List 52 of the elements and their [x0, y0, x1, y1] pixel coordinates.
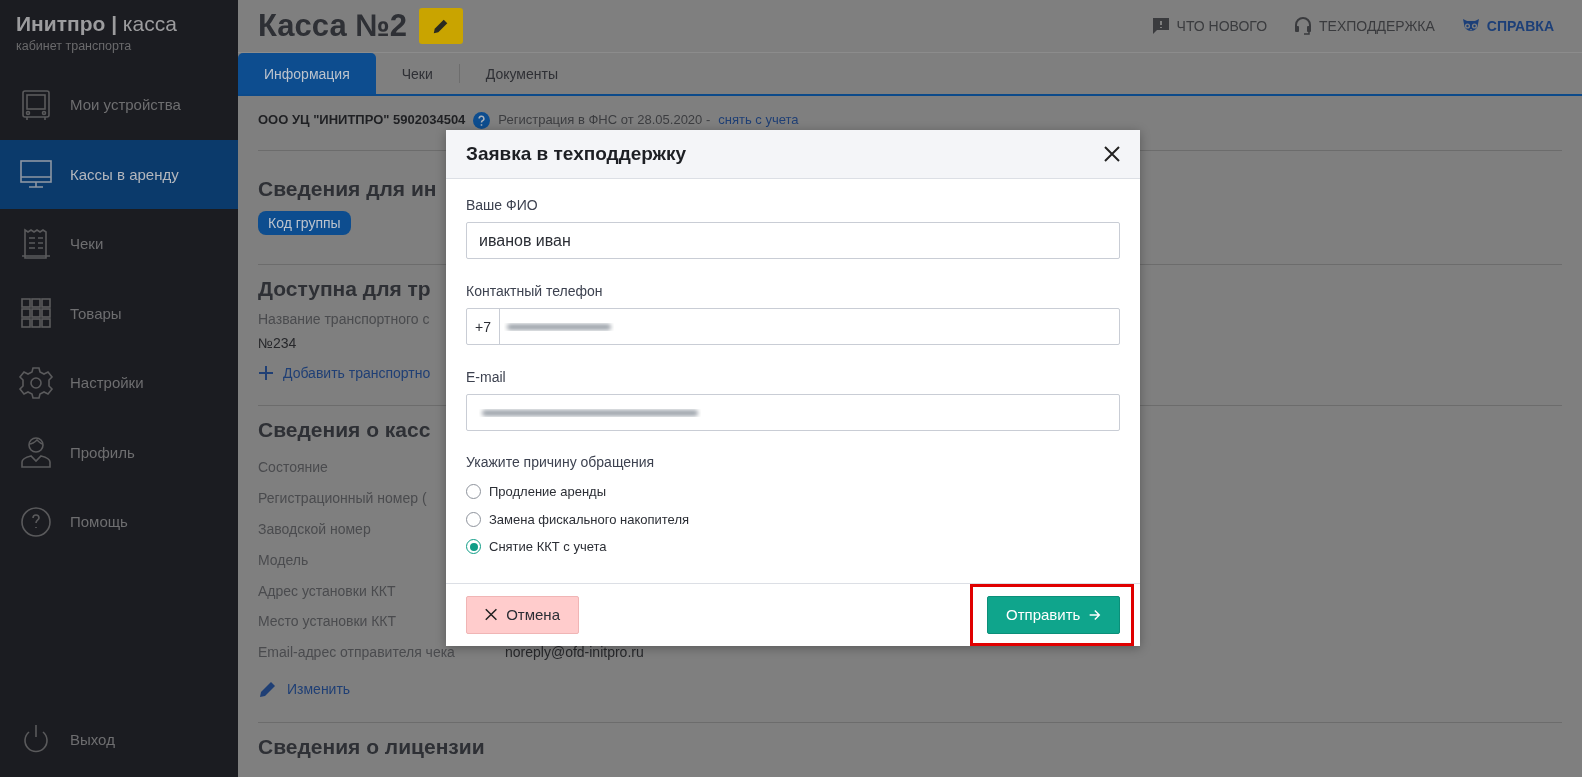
help-icon [473, 112, 491, 129]
field-label: E-mail [466, 369, 507, 385]
gear-icon [18, 364, 54, 401]
plus-icon [258, 365, 274, 381]
phone-prefix: +7 [467, 309, 500, 344]
edit-title-button[interactable] [419, 8, 464, 44]
tab[interactable]: Чеки [375, 53, 459, 94]
sidebar-item[interactable]: Профиль [0, 417, 238, 487]
tab[interactable]: Информация [238, 53, 376, 94]
phone-field[interactable]: +7 [466, 308, 1120, 345]
field-label: Ваше ФИО [466, 197, 539, 213]
header-link[interactable]: ЧТО НОВОГО [1150, 16, 1268, 36]
field-value: №234 [258, 335, 297, 351]
cancel-button[interactable]: Отмена [466, 595, 579, 634]
header-link[interactable]: СПРАВКА [1460, 16, 1554, 36]
sidebar-item[interactable]: Кассы в аренду [0, 139, 238, 209]
sidebar-item[interactable]: Помощь [0, 487, 238, 557]
email-field[interactable] [466, 394, 1120, 431]
logout-item[interactable]: Выход [0, 704, 238, 774]
add-vehicle-link[interactable]: Добавить транспортно [258, 365, 431, 381]
dialog-title: Заявка в техподдержку [466, 143, 688, 165]
field-label: Контактный телефон [466, 283, 604, 299]
close-icon [1104, 146, 1120, 162]
person-icon [18, 434, 54, 471]
headset-icon [1293, 16, 1314, 36]
close-icon [485, 607, 498, 622]
sidebar-item[interactable]: Товары [0, 278, 238, 348]
registration-text: Регистрация в ФНС от 28.05.2020 - [498, 112, 711, 127]
message-icon [1150, 16, 1171, 36]
section-heading: Сведения для ин [258, 177, 437, 201]
radio-option[interactable]: Продление аренды [466, 478, 610, 506]
sidebar-item[interactable]: Мои устройства [0, 70, 238, 140]
deregister-link[interactable]: снять с учета [718, 112, 799, 127]
group-code-tag[interactable]: Код группы [258, 211, 351, 235]
section-heading: Сведения о лицензии [258, 734, 485, 759]
page-title: Касса №2 [258, 8, 408, 44]
radio-option[interactable]: Снятие ККТ с учета [466, 533, 611, 561]
submit-button[interactable]: Отправить [987, 595, 1120, 634]
organization-name: ООО УЦ "ИНИТПРО" 5902034504 [258, 112, 466, 127]
app-subtitle: кабинет транспорта [16, 39, 133, 53]
sidebar-item[interactable]: Настройки [0, 348, 238, 418]
section-heading: Сведения о касс [258, 418, 431, 442]
app-logo: Инитпро | касса [16, 12, 178, 36]
field-label: Укажите причину обращения [466, 454, 656, 470]
tab[interactable]: Документы [459, 53, 584, 94]
header-link[interactable]: ТЕХПОДДЕРЖКА [1293, 16, 1435, 36]
name-field[interactable]: иванов иван [466, 222, 1120, 259]
section-heading: Доступна для тр [258, 277, 431, 301]
radio-option[interactable]: Замена фискального накопителя [466, 505, 693, 533]
edit-link[interactable]: Изменить [258, 678, 351, 699]
sidebar-item[interactable]: Чеки [0, 209, 238, 279]
close-button[interactable] [1104, 146, 1120, 162]
